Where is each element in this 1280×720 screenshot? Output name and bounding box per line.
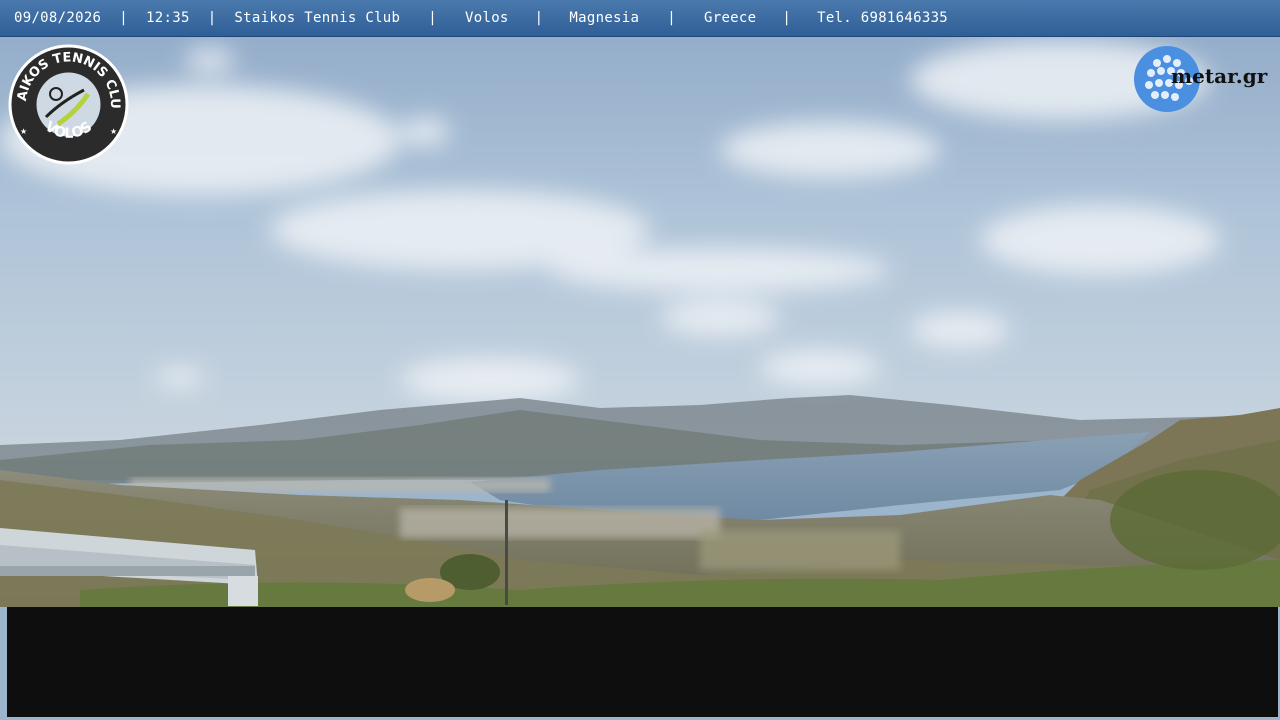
header-time: 12:35 (146, 10, 190, 26)
header-separator: | (119, 10, 129, 26)
header-phone: Tel. 6981646335 (817, 10, 949, 26)
metar-text[interactable]: metar.gr (1171, 64, 1267, 88)
header-separator: | (782, 10, 792, 26)
svg-text:★: ★ (20, 127, 27, 136)
header-separator: | (428, 10, 438, 26)
black-overlay (7, 607, 1278, 717)
header-date: 09/08/2026 (14, 10, 102, 26)
header-club: Staikos Tennis Club (234, 10, 401, 26)
header-city: Volos (465, 10, 509, 26)
header-country: Greece (703, 10, 757, 26)
header-bar: 09/08/2026 | 12:35 | Staikos Tennis Club… (0, 0, 1280, 37)
svg-text:★: ★ (110, 127, 117, 136)
header-separator: | (534, 10, 544, 26)
header-separator: | (667, 10, 676, 26)
header-separator: | (207, 10, 217, 26)
header-region: Magnesia (569, 10, 640, 26)
club-logo: STAIKOS TENNIS CLUB VOLOS ★ ★ (6, 42, 129, 165)
